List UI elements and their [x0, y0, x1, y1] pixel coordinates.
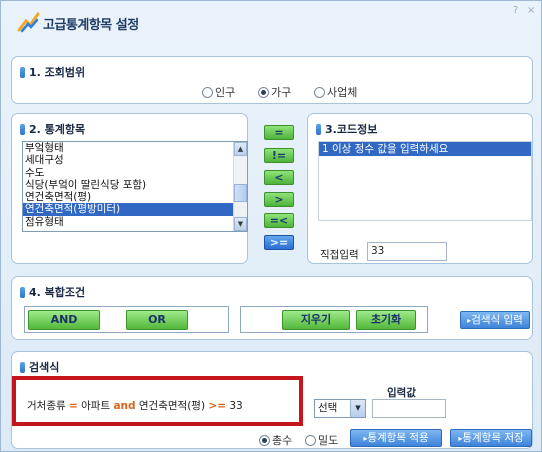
radio-icon [314, 86, 325, 98]
stats-listbox[interactable]: 부엌형태 세대구성 수도 식당(부엌이 딸린식당 포함) 연건축면적(평) 연건… [22, 141, 248, 232]
list-item[interactable]: 점유형태 [23, 216, 247, 228]
list-item[interactable]: 수도 [23, 167, 247, 179]
list-item[interactable]: 부엌형태 [23, 142, 247, 154]
or-button[interactable]: OR [126, 310, 188, 330]
stats-header: 2. 통계항목 [20, 121, 85, 137]
list-item[interactable]: 식당(부엌이 딸린식당 포함) [23, 179, 247, 191]
scroll-thumb[interactable] [234, 184, 247, 202]
code-header: 3.코드정보 [316, 121, 377, 137]
radio-checked-icon [258, 86, 269, 98]
expression-input-button[interactable]: ▸검색식 입력 [460, 311, 530, 329]
op-greater-equal-button[interactable]: >= [264, 235, 294, 250]
compound-panel: 4. 복합조건 AND OR 지우기 초기화 ▸검색식 입력 [11, 276, 533, 340]
op-equal-button[interactable]: = [264, 125, 294, 140]
title-bar: 고급통계항목 설정 ? × [1, 1, 541, 39]
section-bullet-icon [20, 286, 25, 298]
section-bullet-icon [20, 123, 25, 135]
scope-header: 1. 조회범위 [20, 64, 85, 80]
list-item[interactable]: 연건축면적(평) [23, 191, 247, 203]
help-button[interactable]: ? [513, 5, 518, 16]
save-stats-button[interactable]: ▸통계항목 저장 [450, 429, 532, 447]
clear-button[interactable]: 지우기 [282, 310, 350, 330]
op-less-than-button[interactable]: < [264, 170, 294, 185]
dialog-title: 고급통계항목 설정 [43, 18, 139, 33]
input-value-label: 입력값 [387, 387, 416, 399]
list-item-selected[interactable]: 연건축면적(평방미터) [23, 203, 247, 216]
radio-checked-icon [259, 434, 270, 446]
scope-option-population[interactable]: 인구 [202, 84, 235, 100]
code-panel: 3.코드정보 1 이상 정수 값을 입력하세요 직접입력 33 [307, 113, 533, 264]
advanced-stats-dialog: 고급통계항목 설정 ? × 1. 조회범위 인구 가구 사업체 2. 통계항목 … [0, 0, 542, 452]
mode-option-density[interactable]: 밀도 [305, 432, 338, 448]
op-not-equal-button[interactable]: != [264, 148, 294, 163]
list-item[interactable]: 세대구성 [23, 154, 247, 166]
and-button[interactable]: AND [28, 310, 100, 330]
search-header: 검색식 [20, 359, 59, 375]
section-bullet-icon [20, 66, 25, 78]
chevron-down-icon: ▼ [350, 400, 365, 417]
direct-input-field[interactable]: 33 [367, 242, 447, 261]
condition-select[interactable]: 선택 ▼ [314, 399, 366, 418]
scroll-up-icon[interactable]: ▲ [234, 142, 247, 156]
mode-option-total[interactable]: 총수 [259, 432, 292, 448]
section-bullet-icon [20, 361, 25, 373]
close-button[interactable]: × [527, 5, 535, 16]
reset-button[interactable]: 초기화 [356, 310, 416, 330]
apply-stats-button[interactable]: ▸통계항목 적용 [350, 429, 442, 447]
compound-header: 4. 복합조건 [20, 284, 85, 300]
scope-option-household[interactable]: 가구 [258, 84, 291, 100]
direct-input-label: 직접입력 [320, 249, 359, 261]
scope-option-business[interactable]: 사업체 [314, 84, 357, 100]
expression-highlight-box [12, 376, 303, 426]
radio-icon [202, 86, 213, 98]
radio-icon [305, 434, 316, 446]
code-list-item[interactable]: 1 이상 정수 값을 입력하세요 [319, 142, 531, 156]
chart-logo-icon [17, 12, 40, 33]
section-bullet-icon [316, 123, 321, 135]
stats-panel: 2. 통계항목 부엌형태 세대구성 수도 식당(부엌이 딸린식당 포함) 연건축… [11, 113, 248, 264]
op-greater-than-button[interactable]: > [264, 192, 294, 207]
op-less-equal-button[interactable]: =< [264, 213, 294, 228]
scope-panel: 1. 조회범위 인구 가구 사업체 [11, 56, 533, 104]
code-listbox[interactable]: 1 이상 정수 값을 입력하세요 [318, 141, 532, 221]
value-input-field[interactable] [372, 399, 446, 418]
list-scrollbar[interactable]: ▲ ▼ [233, 142, 247, 231]
scroll-down-icon[interactable]: ▼ [234, 217, 247, 231]
